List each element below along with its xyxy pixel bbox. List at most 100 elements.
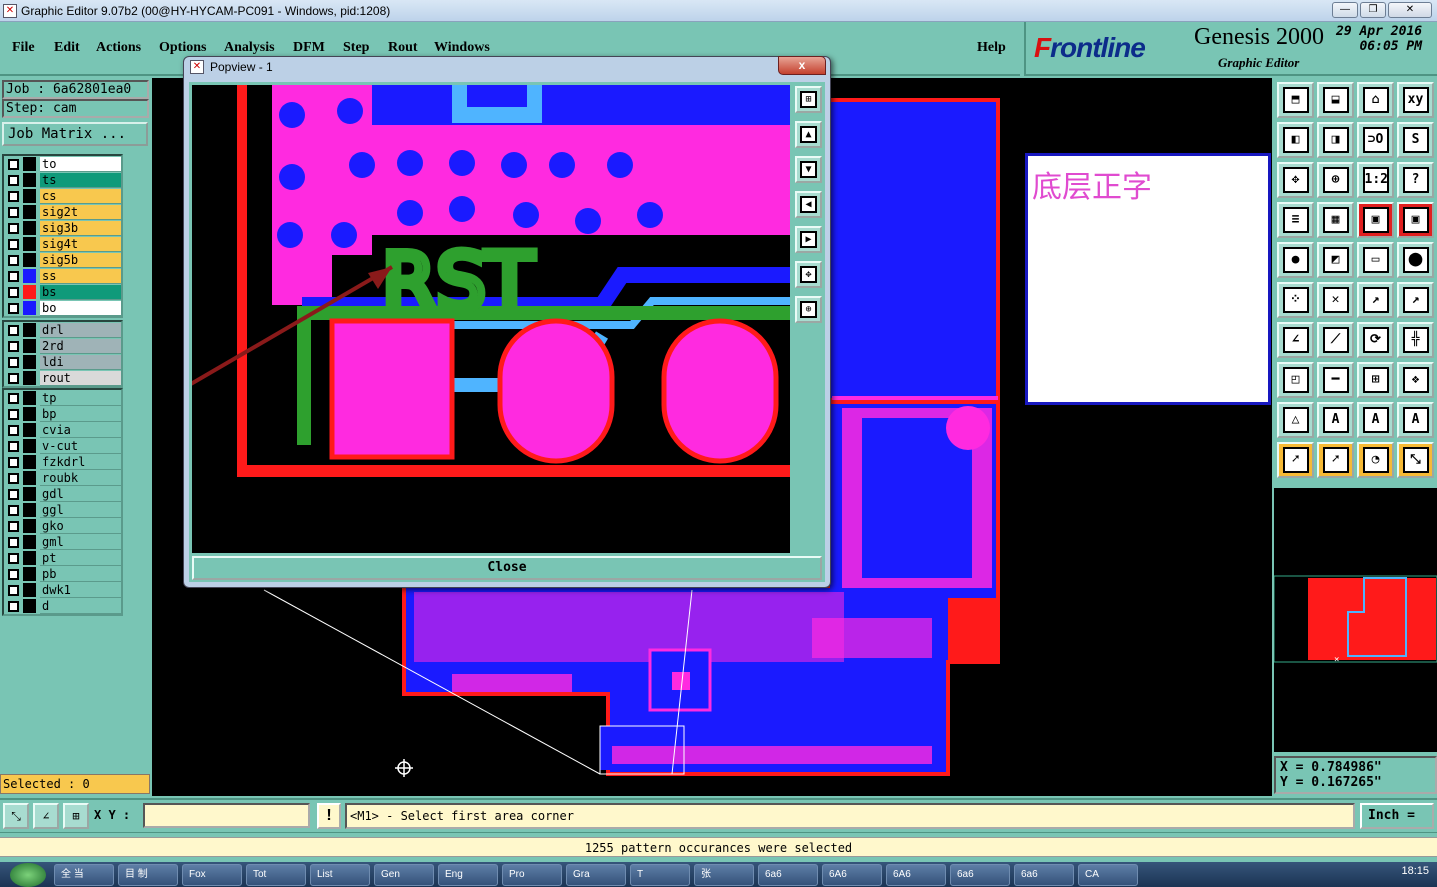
tool-button-0-2[interactable]: ⌂ (1357, 82, 1394, 118)
layer-color-swatch[interactable] (23, 423, 36, 437)
layer-row-gdl[interactable]: gdl (4, 486, 121, 502)
menu-step[interactable]: Step (343, 40, 369, 56)
layer-row-sig4t[interactable]: sig4t (4, 236, 121, 252)
tool-button-5-2[interactable]: ↗ (1357, 282, 1394, 318)
tool-button-8-2[interactable]: A (1357, 402, 1394, 438)
tool-button-3-3[interactable]: ▣ (1397, 202, 1434, 238)
layer-color-swatch[interactable] (23, 519, 36, 533)
layer-checkbox[interactable] (8, 456, 19, 468)
layer-row-sig5b[interactable]: sig5b (4, 252, 121, 268)
layer-name[interactable]: tp (40, 390, 121, 406)
layer-name[interactable]: gko (40, 518, 121, 534)
layer-row-dwk1[interactable]: dwk1 (4, 582, 121, 598)
layer-row-cs[interactable]: cs (4, 188, 121, 204)
layer-checkbox[interactable] (8, 254, 19, 266)
menu-actions[interactable]: Actions (96, 40, 141, 56)
layer-color-swatch[interactable] (23, 339, 36, 353)
tool-button-3-0[interactable]: ≡ (1277, 202, 1314, 238)
layer-name[interactable]: v-cut (40, 438, 121, 454)
tool-button-3-1[interactable]: ▦ (1317, 202, 1354, 238)
tool-button-2-1[interactable]: ⊕ (1317, 162, 1354, 198)
layer-name[interactable]: dwk1 (40, 582, 121, 598)
start-button[interactable] (10, 862, 46, 887)
layer-color-swatch[interactable] (23, 371, 36, 385)
layer-checkbox[interactable] (8, 206, 19, 218)
tool-button-1-2[interactable]: ⊃O (1357, 122, 1394, 158)
layer-name[interactable]: fzkdrl (40, 454, 121, 470)
warning-button[interactable]: ! (317, 803, 341, 829)
layer-checkbox[interactable] (8, 158, 19, 170)
tool-button-5-1[interactable]: ✕ (1317, 282, 1354, 318)
layer-row-fzkdrl[interactable]: fzkdrl (4, 454, 121, 470)
layer-row-gml[interactable]: gml (4, 534, 121, 550)
popview-tool-zoom-home[interactable]: ⊞ (795, 86, 822, 113)
layer-color-swatch[interactable] (23, 583, 36, 597)
layer-row-v-cut[interactable]: v-cut (4, 438, 121, 454)
tool-button-6-2[interactable]: ⟳ (1357, 322, 1394, 358)
layer-row-sig2t[interactable]: sig2t (4, 204, 121, 220)
layer-color-swatch[interactable] (23, 173, 36, 187)
layer-checkbox[interactable] (8, 356, 19, 368)
menu-rout[interactable]: Rout (388, 40, 418, 56)
layer-name[interactable]: to (40, 156, 121, 172)
taskbar-item[interactable]: Tot (246, 863, 306, 886)
menu-edit[interactable]: Edit (54, 40, 80, 56)
layer-checkbox[interactable] (8, 424, 19, 436)
layer-name[interactable]: rout (40, 370, 121, 386)
popview-tool-pan-right[interactable]: ▶ (795, 226, 822, 253)
layer-name[interactable]: ss (40, 268, 121, 284)
layer-name[interactable]: ldi (40, 354, 121, 370)
layer-name[interactable]: sig3b (40, 220, 121, 236)
layer-color-swatch[interactable] (23, 221, 36, 235)
layer-checkbox[interactable] (8, 270, 19, 282)
layer-row-d[interactable]: d (4, 598, 121, 614)
layer-row-2rd[interactable]: 2rd (4, 338, 121, 354)
layer-color-swatch[interactable] (23, 503, 36, 517)
layer-color-swatch[interactable] (23, 535, 36, 549)
layer-color-swatch[interactable] (23, 407, 36, 421)
measure-tool-button[interactable]: ∠ (33, 803, 59, 829)
layer-checkbox[interactable] (8, 174, 19, 186)
menu-help[interactable]: Help (977, 40, 1006, 56)
tool-button-6-0[interactable]: ∠ (1277, 322, 1314, 358)
menu-file[interactable]: File (12, 40, 35, 56)
snap-tool-button[interactable]: ⤡ (3, 803, 29, 829)
menu-analysis[interactable]: Analysis (224, 40, 275, 56)
layer-row-ggl[interactable]: ggl (4, 502, 121, 518)
layer-checkbox[interactable] (8, 584, 19, 596)
layer-row-drl[interactable]: drl (4, 322, 121, 338)
layer-row-gko[interactable]: gko (4, 518, 121, 534)
layer-name[interactable]: sig2t (40, 204, 121, 220)
layer-color-swatch[interactable] (23, 157, 36, 171)
layer-checkbox[interactable] (8, 222, 19, 234)
layer-name[interactable]: bo (40, 300, 121, 316)
taskbar-item[interactable]: 6a6 (1014, 863, 1074, 886)
tool-button-2-0[interactable]: ✥ (1277, 162, 1314, 198)
layer-color-swatch[interactable] (23, 567, 36, 581)
taskbar-item[interactable]: 6a6 (950, 863, 1010, 886)
layer-row-rout[interactable]: rout (4, 370, 121, 386)
layer-name[interactable]: ggl (40, 502, 121, 518)
overview-map[interactable]: × (1273, 488, 1437, 752)
layer-color-swatch[interactable] (23, 323, 36, 337)
layer-checkbox[interactable] (8, 408, 19, 420)
layer-name[interactable]: roubk (40, 470, 121, 486)
tool-button-7-3[interactable]: ❖ (1397, 362, 1434, 398)
layer-name[interactable]: pb (40, 566, 121, 582)
tool-button-9-2[interactable]: ◔ (1357, 442, 1394, 478)
tool-button-8-3[interactable]: A (1397, 402, 1434, 438)
layer-color-swatch[interactable] (23, 599, 36, 613)
layer-name[interactable]: drl (40, 322, 121, 338)
tool-button-6-3[interactable]: ╬ (1397, 322, 1434, 358)
popview-tool-pan-down[interactable]: ▼ (795, 156, 822, 183)
unit-selector[interactable]: Inch = (1360, 803, 1434, 829)
tool-button-7-1[interactable]: ━ (1317, 362, 1354, 398)
grid-tool-button[interactable]: ⊞ (63, 803, 89, 829)
tool-button-2-2[interactable]: 1:2 (1357, 162, 1394, 198)
layer-checkbox[interactable] (8, 440, 19, 452)
layer-color-swatch[interactable] (23, 455, 36, 469)
layer-name[interactable]: sig5b (40, 252, 121, 268)
layer-color-swatch[interactable] (23, 551, 36, 565)
layer-row-sig3b[interactable]: sig3b (4, 220, 121, 236)
popview-tool-zoom-fit[interactable]: ✥ (795, 261, 822, 288)
